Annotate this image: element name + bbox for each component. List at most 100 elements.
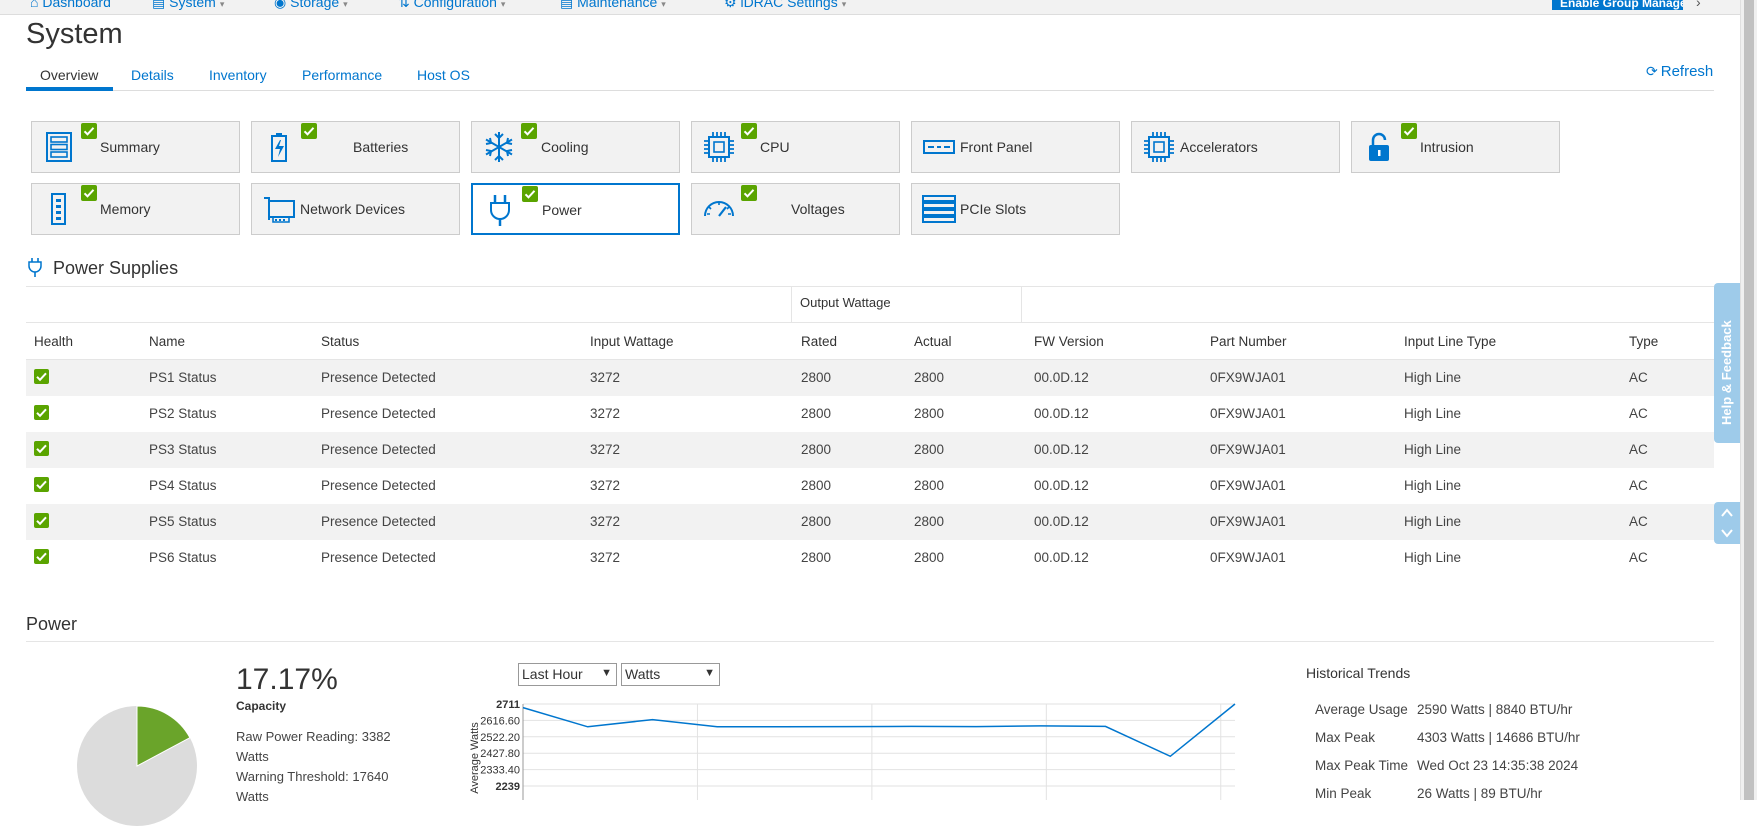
tile-memory[interactable]: Memory bbox=[31, 183, 240, 235]
plug-icon bbox=[490, 195, 510, 226]
cell-fw: 00.0D.12 bbox=[1034, 514, 1089, 529]
tile-intrusion[interactable]: Intrusion bbox=[1351, 121, 1560, 173]
gauge-icon bbox=[704, 201, 734, 217]
hist-row-max-peak-time: Max Peak Time Wed Oct 23 14:35:38 2024 bbox=[1315, 758, 1579, 773]
health-ok-icon bbox=[34, 549, 49, 564]
cell-fw: 00.0D.12 bbox=[1034, 370, 1089, 385]
cell-actual: 2800 bbox=[914, 550, 945, 565]
refresh-button[interactable]: ⟳ Refresh bbox=[1646, 63, 1713, 80]
help-feedback-tab[interactable]: Help & Feedback bbox=[1714, 283, 1740, 443]
tile-label: Batteries bbox=[353, 139, 409, 155]
time-range-select[interactable]: Last Hour ▼ bbox=[518, 663, 617, 686]
table-row: PS4 Status Presence Detected 3272 2800 2800 0… bbox=[26, 468, 1714, 504]
tile-summary[interactable]: Summary bbox=[31, 121, 240, 173]
accelerator-icon bbox=[1144, 132, 1174, 162]
cell-type: AC bbox=[1629, 478, 1648, 493]
tile-cpu[interactable]: CPU bbox=[691, 121, 900, 173]
cell-actual: 2800 bbox=[914, 406, 945, 421]
tab-overview[interactable]: Overview bbox=[40, 67, 98, 83]
cell-type: AC bbox=[1629, 514, 1648, 529]
column-header[interactable]: Status bbox=[321, 334, 359, 349]
tile-label: CPU bbox=[760, 139, 790, 155]
health-ok-icon bbox=[522, 186, 538, 202]
y-tick-label: 2711 bbox=[496, 699, 520, 711]
column-header[interactable]: Input Wattage bbox=[590, 334, 674, 349]
tile-voltages[interactable]: Voltages bbox=[691, 183, 900, 235]
cell-input: 3272 bbox=[590, 478, 621, 493]
power-supplies-title: Power Supplies bbox=[53, 258, 179, 278]
cell-actual: 2800 bbox=[914, 442, 945, 457]
cell-name: PS3 Status bbox=[149, 442, 217, 457]
active-tab-indicator bbox=[26, 87, 113, 91]
cell-fw: 00.0D.12 bbox=[1034, 550, 1089, 565]
y-tick-label: 2522.20 bbox=[480, 732, 520, 744]
tile-front-panel[interactable]: Front Panel bbox=[911, 121, 1120, 173]
help-feedback-label: Help & Feedback bbox=[1719, 320, 1734, 425]
tab-details[interactable]: Details bbox=[131, 67, 174, 83]
divider bbox=[26, 641, 1714, 642]
refresh-icon: ⟳ bbox=[1646, 63, 1658, 79]
power-line-chart: 2711 2616.60 2522.20 2427.80 2333.40 2239 Aver… bbox=[469, 699, 1236, 800]
nav-idrac-settings[interactable]: ⚙ iDRAC Settings ▾ bbox=[724, 0, 846, 11]
cell-part: 0FX9WJA01 bbox=[1210, 370, 1286, 385]
page-scrollbar[interactable] bbox=[1740, 0, 1757, 800]
column-header[interactable]: Health bbox=[34, 334, 73, 349]
nav-maintenance[interactable]: ▤ Maintenance ▾ bbox=[560, 0, 666, 11]
cell-type: AC bbox=[1629, 370, 1648, 385]
hist-row-max-peak: Max Peak 4303 Watts | 14686 BTU/hr bbox=[1315, 730, 1580, 745]
column-header[interactable]: Rated bbox=[801, 334, 837, 349]
column-header[interactable]: Type bbox=[1629, 334, 1658, 349]
scroll-buttons bbox=[1714, 502, 1740, 544]
tile-label: Front Panel bbox=[960, 139, 1033, 155]
health-ok-icon bbox=[741, 123, 757, 139]
tile-pcie-slots[interactable]: PCIe Slots bbox=[911, 183, 1120, 235]
summary-icon bbox=[46, 132, 72, 162]
scrollbar-thumb[interactable] bbox=[1744, 0, 1754, 800]
cell-rated: 2800 bbox=[801, 478, 832, 493]
power-section-title: Power bbox=[26, 614, 78, 634]
tab-host-os[interactable]: Host OS bbox=[417, 67, 470, 83]
unit-select[interactable]: Watts ▼ bbox=[621, 663, 720, 686]
top-navigation: ⌂ Dashboard ▤ System ▾ ◉ Storage ▾ ⇅ Confi… bbox=[0, 0, 1757, 15]
group-manager-button[interactable]: Enable Group Manager bbox=[1552, 0, 1683, 10]
tile-cooling[interactable]: Cooling bbox=[471, 121, 680, 173]
cell-rated: 2800 bbox=[801, 442, 832, 457]
nav-dashboard[interactable]: ⌂ Dashboard bbox=[30, 0, 111, 10]
warning-threshold: Warning Threshold: 17640 Watts bbox=[236, 769, 389, 804]
tab-performance[interactable]: Performance bbox=[302, 67, 382, 83]
nav-configuration[interactable]: ⇅ Configuration ▾ bbox=[398, 0, 505, 11]
nav-storage[interactable]: ◉ Storage ▾ bbox=[274, 0, 348, 11]
page-title: System bbox=[26, 18, 123, 50]
cell-status: Presence Detected bbox=[321, 442, 436, 457]
cpu-icon bbox=[704, 132, 734, 162]
tile-label: Accelerators bbox=[1180, 139, 1258, 155]
cell-type: AC bbox=[1629, 550, 1648, 565]
cell-status: Presence Detected bbox=[321, 478, 436, 493]
tile-batteries[interactable]: Batteries bbox=[251, 121, 460, 173]
cell-line: High Line bbox=[1404, 370, 1462, 385]
front-panel-icon bbox=[923, 140, 955, 154]
cell-fw: 00.0D.12 bbox=[1034, 406, 1089, 421]
health-ok-icon bbox=[301, 123, 317, 139]
tile-network-devices[interactable]: Network Devices bbox=[251, 183, 460, 235]
column-header[interactable]: FW Version bbox=[1034, 334, 1104, 349]
tile-power[interactable]: Power bbox=[471, 183, 680, 235]
memory-icon bbox=[51, 193, 66, 225]
tile-accelerators[interactable]: Accelerators bbox=[1131, 121, 1340, 173]
chevron-down-icon[interactable] bbox=[1720, 526, 1734, 540]
column-header[interactable]: Actual bbox=[914, 334, 952, 349]
tab-inventory[interactable]: Inventory bbox=[209, 67, 267, 83]
y-tick-label: 2616.60 bbox=[480, 715, 520, 727]
chevron-up-icon[interactable] bbox=[1720, 506, 1734, 520]
chevron-right-icon[interactable]: › bbox=[1696, 0, 1701, 10]
cell-part: 0FX9WJA01 bbox=[1210, 478, 1286, 493]
column-header[interactable]: Part Number bbox=[1210, 334, 1287, 349]
nav-system[interactable]: ▤ System ▾ bbox=[152, 0, 224, 11]
tile-label: Voltages bbox=[791, 201, 845, 217]
column-header[interactable]: Input Line Type bbox=[1404, 334, 1496, 349]
cell-input: 3272 bbox=[590, 442, 621, 457]
cell-actual: 2800 bbox=[914, 514, 945, 529]
health-ok-icon bbox=[34, 441, 49, 456]
cell-input: 3272 bbox=[590, 370, 621, 385]
column-header[interactable]: Name bbox=[149, 334, 185, 349]
